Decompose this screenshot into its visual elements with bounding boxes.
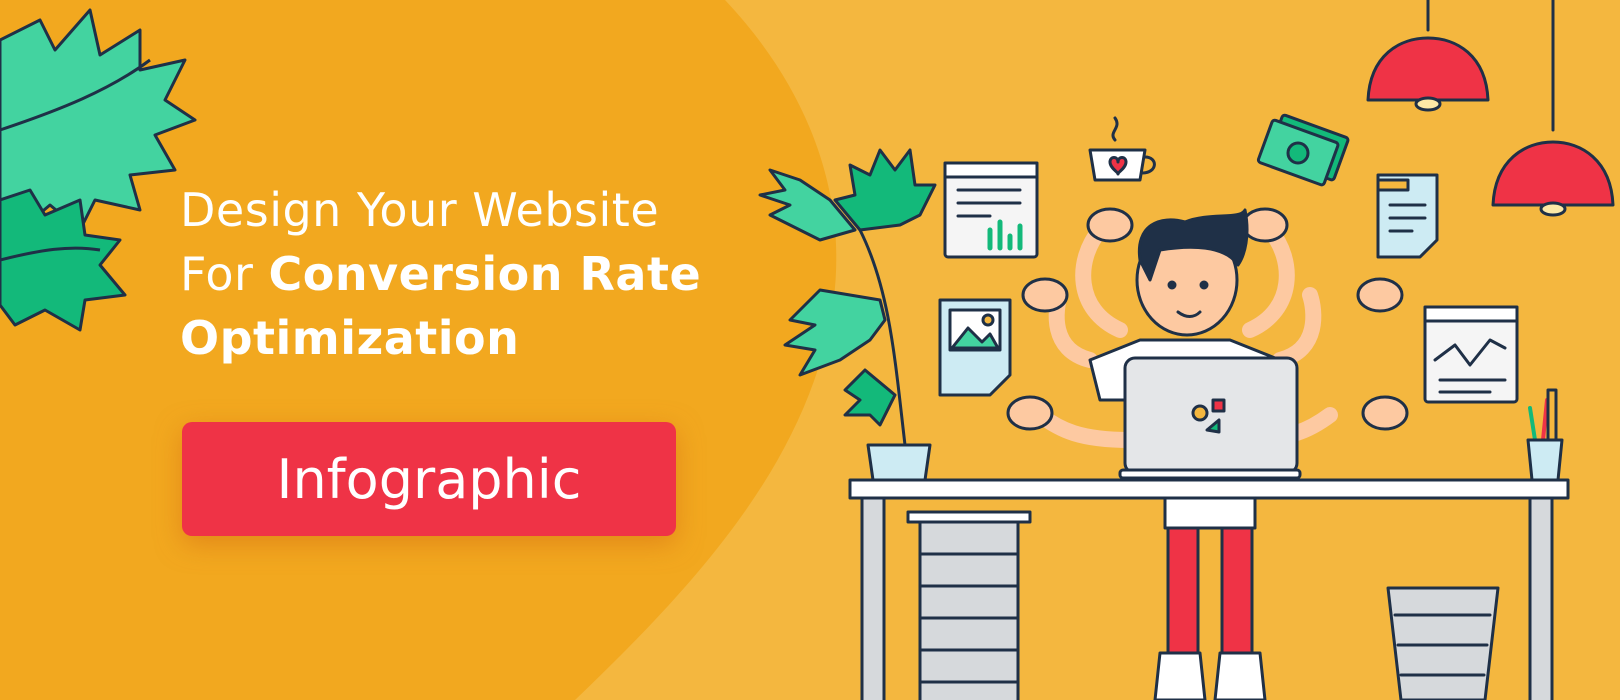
pencil-cup-icon bbox=[1526, 388, 1564, 482]
banner: Design Your Website For Conversion Rate … bbox=[0, 0, 1620, 700]
money-icon bbox=[1256, 113, 1350, 187]
laptop-icon bbox=[1118, 356, 1302, 480]
illustration bbox=[758, 0, 1615, 700]
coffee-cup-icon bbox=[1088, 116, 1156, 182]
image-icon bbox=[938, 298, 1012, 397]
plant-icon bbox=[758, 148, 937, 482]
legs bbox=[1153, 496, 1267, 700]
line-chart-icon bbox=[1423, 305, 1519, 404]
trash-bin-icon bbox=[1386, 586, 1500, 700]
avatar bbox=[1135, 208, 1249, 337]
document-icon bbox=[943, 161, 1039, 259]
note-icon bbox=[1376, 173, 1439, 259]
